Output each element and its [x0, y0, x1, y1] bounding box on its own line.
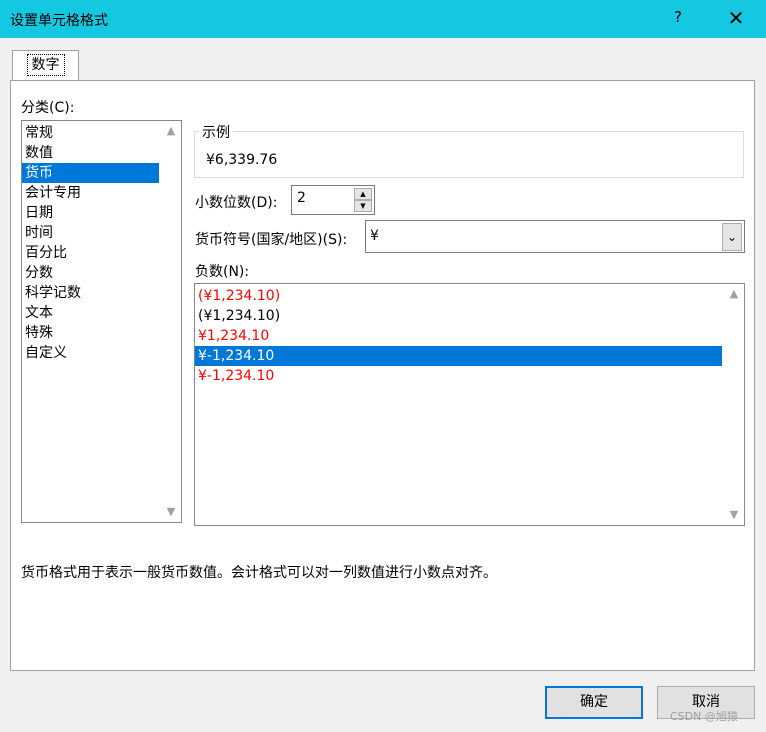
decimal-places-value: 2 — [297, 190, 306, 206]
category-item[interactable]: 常规 — [22, 123, 159, 143]
negative-numbers-scrollbar[interactable]: ▲ ▼ — [724, 284, 744, 525]
category-item[interactable]: 文本 — [22, 303, 159, 323]
chevron-down-icon[interactable]: ⌄ — [722, 223, 742, 251]
negative-format-item[interactable]: (¥1,234.10) — [195, 306, 722, 326]
negative-format-item[interactable]: ¥-1,234.10 — [195, 366, 722, 386]
scroll-up-icon[interactable]: ▲ — [161, 121, 181, 141]
category-item[interactable]: 百分比 — [22, 243, 159, 263]
tab-number-label: 数字 — [26, 54, 65, 76]
category-item[interactable]: 会计专用 — [22, 183, 159, 203]
watermark: CSDN @旭猿 — [670, 710, 738, 723]
scroll-up-icon[interactable]: ▲ — [724, 284, 744, 304]
help-button[interactable]: ? — [664, 8, 692, 32]
negative-format-item[interactable]: ¥-1,234.10 — [195, 346, 722, 366]
category-item[interactable]: 货币 — [22, 163, 159, 183]
negative-numbers-list[interactable]: (¥1,234.10) (¥1,234.10) ¥1,234.10 ¥-1,234.1… — [194, 283, 745, 526]
negative-format-item[interactable]: (¥1,234.10) — [195, 286, 722, 306]
category-item[interactable]: 日期 — [22, 203, 159, 223]
scroll-down-icon[interactable]: ▼ — [161, 502, 181, 522]
tab-number[interactable]: 数字 — [12, 50, 79, 81]
category-label: 分类(C): — [21, 100, 75, 116]
title-bar: 设置单元格格式 ? ✕ — [0, 0, 766, 38]
scroll-down-icon[interactable]: ▼ — [724, 505, 744, 525]
category-scrollbar[interactable]: ▲ ▼ — [161, 121, 181, 522]
currency-symbol-select[interactable]: ¥ ⌄ — [365, 220, 745, 253]
currency-symbol-label: 货币符号(国家/地区)(S): — [195, 232, 348, 248]
close-button[interactable]: ✕ — [722, 6, 750, 32]
category-item[interactable]: 科学记数 — [22, 283, 159, 303]
category-item[interactable]: 时间 — [22, 223, 159, 243]
spin-down-icon[interactable]: ▼ — [354, 200, 372, 212]
sample-value: ¥6,339.76 — [206, 152, 278, 168]
category-item[interactable]: 分数 — [22, 263, 159, 283]
currency-symbol-value: ¥ — [370, 228, 379, 244]
window-title: 设置单元格格式 — [10, 13, 108, 29]
negative-numbers-label: 负数(N): — [195, 264, 250, 280]
category-item[interactable]: 特殊 — [22, 323, 159, 343]
category-list[interactable]: 常规 数值 货币 会计专用 日期 时间 百分比 分数 科学记数 文本 特殊 自定义 ▲ ▼ — [21, 120, 182, 523]
category-item[interactable]: 数值 — [22, 143, 159, 163]
sample-legend: 示例 — [199, 122, 233, 142]
description-text: 货币格式用于表示一般货币数值。会计格式可以对一列数值进行小数点对齐。 — [21, 565, 497, 581]
spin-up-icon[interactable]: ▲ — [354, 188, 372, 200]
category-item[interactable]: 自定义 — [22, 343, 159, 363]
ok-button[interactable]: 确定 — [545, 686, 643, 719]
decimal-places-spinner[interactable]: 2 ▲ ▼ — [291, 185, 375, 215]
negative-format-item[interactable]: ¥1,234.10 — [195, 326, 722, 346]
decimal-places-label: 小数位数(D): — [195, 195, 278, 211]
